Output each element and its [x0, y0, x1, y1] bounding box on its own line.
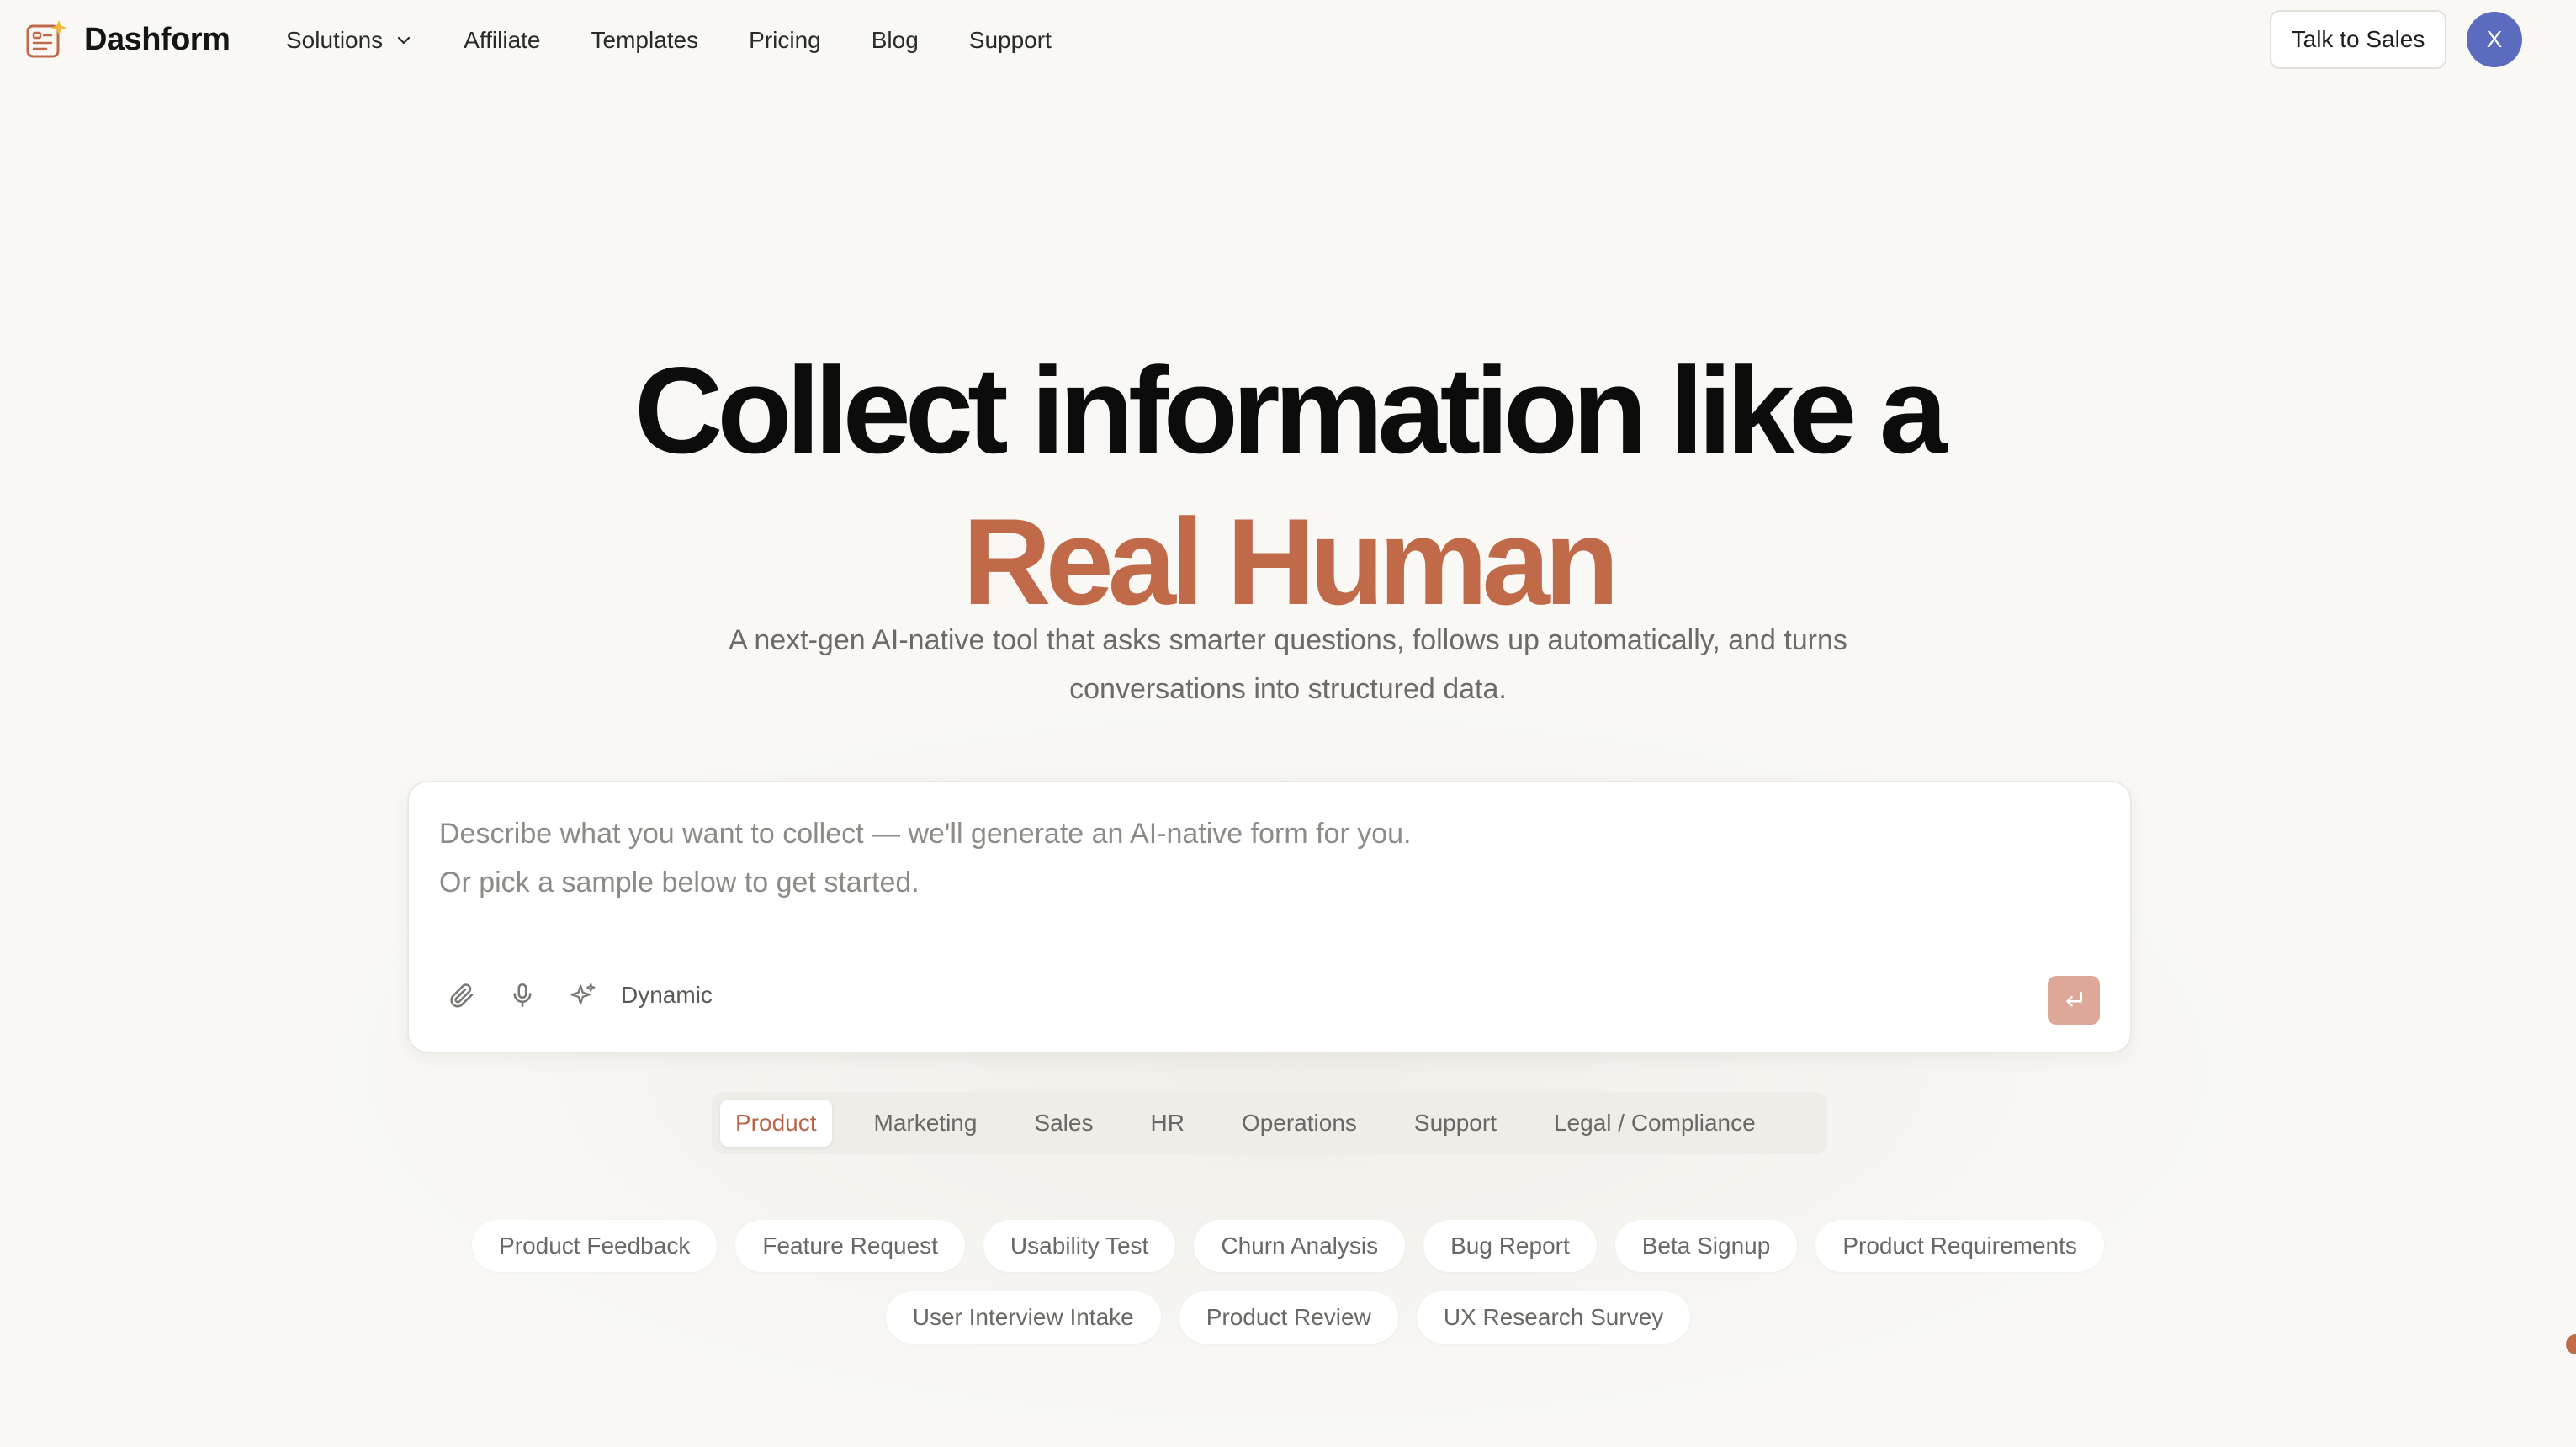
submit-button[interactable] [2048, 976, 2100, 1025]
ai-mode-button[interactable] [569, 981, 597, 1010]
tab-operations[interactable]: Operations [1227, 1100, 1372, 1147]
form-sparkle-icon [26, 20, 66, 58]
category-tabs: Product Marketing Sales HR Operations Su… [712, 1092, 1827, 1154]
sample-chip-product-requirements[interactable]: Product Requirements [1815, 1220, 2104, 1272]
nav-item-templates[interactable]: Templates [591, 27, 699, 54]
sample-chip-churn-analysis[interactable]: Churn Analysis [1194, 1220, 1406, 1272]
tab-marketing[interactable]: Marketing [859, 1100, 993, 1147]
hero-title-line1: Collect information like a [633, 341, 1948, 479]
sample-chip-product-feedback[interactable]: Product Feedback [472, 1220, 718, 1272]
sample-chip-ux-research-survey[interactable]: UX Research Survey [1416, 1291, 1691, 1344]
prompt-toolbar: Dynamic [448, 976, 713, 1015]
sample-chip-beta-signup[interactable]: Beta Signup [1614, 1220, 1798, 1272]
attach-button[interactable] [448, 981, 476, 1010]
nav-item-affiliate[interactable]: Affiliate [464, 27, 540, 54]
hero-subtitle-line2: conversations into structured data. [1069, 673, 1507, 705]
sparkles-icon [570, 983, 596, 1005]
enter-arrow-icon [2066, 992, 2082, 1007]
brand-name: Dashform [84, 21, 231, 57]
hero-title-highlight: Real Human [962, 492, 1619, 630]
nav-item-blog[interactable]: Blog [872, 27, 919, 54]
form-prompt-box[interactable]: Describe what you want to collect — we'l… [407, 781, 2132, 1053]
tab-legal-compliance[interactable]: Legal / Compliance [1539, 1100, 1771, 1147]
nav-item-solutions[interactable]: Solutions [286, 27, 413, 54]
prompt-placeholder-line1: Describe what you want to collect — we'l… [439, 818, 1412, 850]
chevron-down-icon [398, 36, 411, 45]
sample-chip-user-interview-intake[interactable]: User Interview Intake [885, 1291, 1161, 1344]
prompt-input-placeholder[interactable]: Describe what you want to collect — we'l… [439, 809, 2038, 907]
mode-selector[interactable]: Dynamic [621, 982, 713, 1009]
user-avatar[interactable]: X [2467, 12, 2522, 67]
sample-chips-row: Product Feedback Feature Request Usabili… [0, 1220, 2576, 1272]
nav-item-support[interactable]: Support [969, 27, 1052, 54]
tab-sales[interactable]: Sales [1019, 1100, 1108, 1147]
prompt-placeholder-line2: Or pick a sample below to get started. [439, 867, 920, 898]
top-navigation-bar: Dashform Solutions Affiliate Templates P… [0, 0, 2576, 81]
tab-product[interactable]: Product [720, 1100, 832, 1147]
talk-to-sales-button[interactable]: Talk to Sales [2270, 10, 2446, 69]
voice-input-button[interactable] [508, 981, 537, 1010]
main-nav: Solutions Affiliate Templates Pricing Bl… [286, 0, 1102, 81]
nav-item-pricing[interactable]: Pricing [749, 27, 821, 54]
corner-decoration [2566, 1334, 2576, 1354]
brand-logo[interactable]: Dashform [25, 19, 231, 61]
nav-item-label: Solutions [286, 27, 384, 53]
tab-support[interactable]: Support [1399, 1100, 1512, 1147]
tab-hr[interactable]: HR [1135, 1100, 1199, 1147]
hero-title: Collect information like a Real Human [0, 335, 2576, 638]
microphone-icon [513, 983, 532, 1008]
hero-subtitle: A next-gen AI-native tool that asks smar… [589, 616, 1987, 713]
hero-subtitle-line1: A next-gen AI-native tool that asks smar… [729, 624, 1847, 656]
sample-chip-product-review[interactable]: Product Review [1179, 1291, 1398, 1344]
paperclip-icon [450, 983, 474, 1008]
sample-chips-row: User Interview Intake Product Review UX … [0, 1291, 2576, 1344]
sample-chip-bug-report[interactable]: Bug Report [1423, 1220, 1597, 1272]
sample-chip-feature-request[interactable]: Feature Request [735, 1220, 965, 1272]
sample-chip-usability-test[interactable]: Usability Test [983, 1220, 1176, 1272]
